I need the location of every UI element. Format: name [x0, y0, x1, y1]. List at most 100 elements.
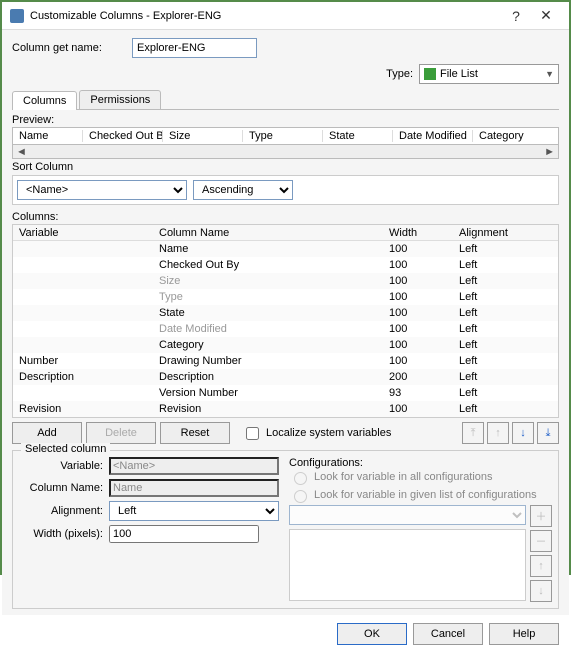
selected-legend: Selected column — [21, 443, 110, 455]
col-head-name[interactable]: Column Name — [153, 227, 383, 239]
cell-width: 100 — [383, 307, 453, 319]
cell-name: Checked Out By — [153, 259, 383, 271]
cell-name: State — [153, 307, 383, 319]
preview-col-category[interactable]: Category — [473, 130, 558, 142]
cell-width: 100 — [383, 339, 453, 351]
preview-col-state[interactable]: State — [323, 130, 393, 142]
cell-name: Type — [153, 291, 383, 303]
cell-alignment: Left — [453, 275, 558, 287]
config-remove-button: － — [530, 530, 552, 552]
preview-label: Preview: — [12, 114, 559, 126]
cell-alignment: Left — [453, 371, 558, 383]
sel-name-label: Column Name: — [19, 482, 109, 494]
close-button[interactable]: ✕ — [531, 7, 561, 24]
selected-column-group: Selected column Variable: Column Name: A… — [12, 450, 559, 609]
preview-header: Name Checked Out By Size Type State Date… — [12, 127, 559, 145]
help-button[interactable]: ? — [501, 8, 531, 24]
ok-button[interactable]: OK — [337, 623, 407, 645]
cell-width: 93 — [383, 387, 453, 399]
config-add-button: ＋ — [530, 505, 552, 527]
cell-width: 100 — [383, 403, 453, 415]
cell-name: Date Modified — [153, 323, 383, 335]
column-set-name-input[interactable] — [132, 38, 257, 58]
cell-name: Drawing Number — [153, 355, 383, 367]
sort-label: Sort Column — [12, 161, 559, 173]
localize-checkbox[interactable] — [246, 427, 259, 440]
move-up-button[interactable]: ↑ — [487, 422, 509, 444]
preview-col-name[interactable]: Name — [13, 130, 83, 142]
move-down-button[interactable]: ↓ — [512, 422, 534, 444]
cell-width: 100 — [383, 259, 453, 271]
cancel-button[interactable]: Cancel — [413, 623, 483, 645]
chevron-down-icon: ▼ — [545, 69, 554, 79]
config-opt-list: Look for variable in given list of confi… — [314, 489, 537, 501]
type-value: File List — [440, 68, 478, 80]
table-row[interactable]: NumberDrawing Number100Left — [13, 353, 558, 369]
sel-width-label: Width (pixels): — [19, 528, 109, 540]
app-icon — [10, 9, 24, 23]
preview-col-type[interactable]: Type — [243, 130, 323, 142]
cell-width: 100 — [383, 323, 453, 335]
col-head-width[interactable]: Width — [383, 227, 453, 239]
cell-variable: Revision — [13, 403, 153, 415]
table-row[interactable]: RevisionRevision100Left — [13, 401, 558, 417]
cell-width: 100 — [383, 275, 453, 287]
cell-width: 100 — [383, 355, 453, 367]
cell-name: Description — [153, 371, 383, 383]
columns-label: Columns: — [12, 211, 559, 223]
dialog-footer: OK Cancel Help — [2, 615, 569, 653]
table-row[interactable]: Checked Out By100Left — [13, 257, 558, 273]
cell-name: Version Number — [153, 387, 383, 399]
sort-direction-select[interactable]: Ascending — [193, 180, 293, 200]
sel-variable-input[interactable] — [109, 457, 279, 475]
file-list-icon — [424, 68, 436, 80]
cell-width: 100 — [383, 291, 453, 303]
cell-name: Name — [153, 243, 383, 255]
sort-column-select[interactable]: <Name> — [17, 180, 187, 200]
move-bottom-button[interactable]: ⤓ — [537, 422, 559, 444]
preview-col-date[interactable]: Date Modified — [393, 130, 473, 142]
table-row[interactable]: Version Number93Left — [13, 385, 558, 401]
cell-alignment: Left — [453, 387, 558, 399]
table-row[interactable]: Category100Left — [13, 337, 558, 353]
col-head-alignment[interactable]: Alignment — [453, 227, 558, 239]
titlebar: Customizable Columns - Explorer-ENG ? ✕ — [2, 2, 569, 30]
preview-col-size[interactable]: Size — [163, 130, 243, 142]
table-row[interactable]: State100Left — [13, 305, 558, 321]
table-row[interactable]: Date Modified100Left — [13, 321, 558, 337]
cell-alignment: Left — [453, 307, 558, 319]
config-down-button: ↓ — [530, 580, 552, 602]
config-select — [289, 505, 526, 525]
config-label: Configurations: — [289, 457, 552, 469]
config-listbox — [289, 529, 526, 601]
cell-alignment: Left — [453, 291, 558, 303]
cell-alignment: Left — [453, 259, 558, 271]
config-up-button: ↑ — [530, 555, 552, 577]
table-row[interactable]: DescriptionDescription200Left — [13, 369, 558, 385]
col-head-variable[interactable]: Variable — [13, 227, 153, 239]
add-button[interactable]: Add — [12, 422, 82, 444]
preview-scrollbar[interactable]: ◄► — [12, 145, 559, 159]
table-row[interactable]: Type100Left — [13, 289, 558, 305]
cell-width: 100 — [383, 243, 453, 255]
table-row[interactable]: Name100Left — [13, 241, 558, 257]
columns-table: Variable Column Name Width Alignment Nam… — [12, 224, 559, 418]
sel-align-select[interactable]: Left — [109, 501, 279, 521]
tab-columns[interactable]: Columns — [12, 91, 77, 110]
move-top-button[interactable]: ⤒ — [462, 422, 484, 444]
tab-permissions[interactable]: Permissions — [79, 90, 161, 109]
config-opt-all: Look for variable in all configurations — [314, 471, 493, 483]
sel-width-input[interactable] — [109, 525, 259, 543]
cell-name: Size — [153, 275, 383, 287]
cell-alignment: Left — [453, 243, 558, 255]
cell-width: 200 — [383, 371, 453, 383]
preview-col-checkedout[interactable]: Checked Out By — [83, 130, 163, 142]
sel-name-input[interactable] — [109, 479, 279, 497]
reset-button[interactable]: Reset — [160, 422, 230, 444]
type-select[interactable]: File List ▼ — [419, 64, 559, 84]
tabs: Columns Permissions — [12, 90, 559, 110]
delete-button[interactable]: Delete — [86, 422, 156, 444]
table-row[interactable]: Size100Left — [13, 273, 558, 289]
help-footer-button[interactable]: Help — [489, 623, 559, 645]
cell-alignment: Left — [453, 403, 558, 415]
